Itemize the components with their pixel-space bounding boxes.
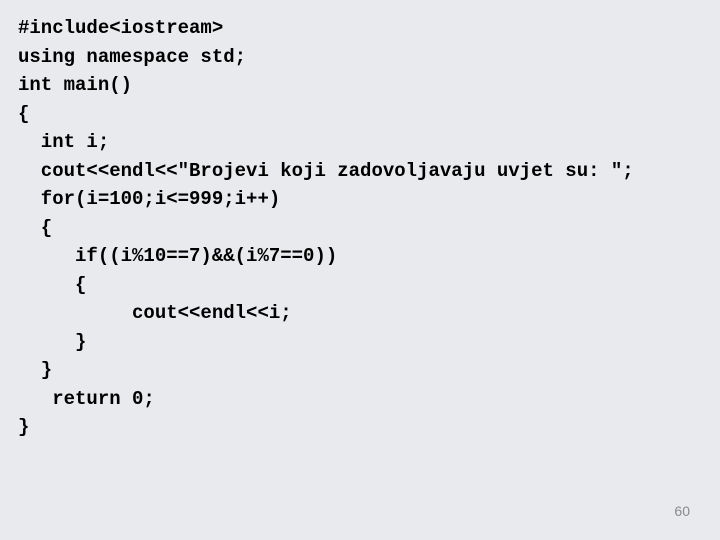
code-line: } (18, 356, 702, 385)
code-line: int main() (18, 71, 702, 100)
code-line: cout<<endl<<i; (18, 299, 702, 328)
code-line: if((i%10==7)&&(i%7==0)) (18, 242, 702, 271)
code-line: } (18, 328, 702, 357)
code-line: for(i=100;i<=999;i++) (18, 185, 702, 214)
code-line: } (18, 413, 702, 442)
code-block: #include<iostream> using namespace std; … (18, 14, 702, 442)
code-line: { (18, 100, 702, 129)
code-line: cout<<endl<<"Brojevi koji zadovoljavaju … (18, 157, 702, 186)
code-line: { (18, 214, 702, 243)
page-number: 60 (674, 501, 690, 522)
code-line: return 0; (18, 385, 702, 414)
code-line: int i; (18, 128, 702, 157)
code-line: #include<iostream> (18, 14, 702, 43)
code-line: using namespace std; (18, 43, 702, 72)
code-line: { (18, 271, 702, 300)
